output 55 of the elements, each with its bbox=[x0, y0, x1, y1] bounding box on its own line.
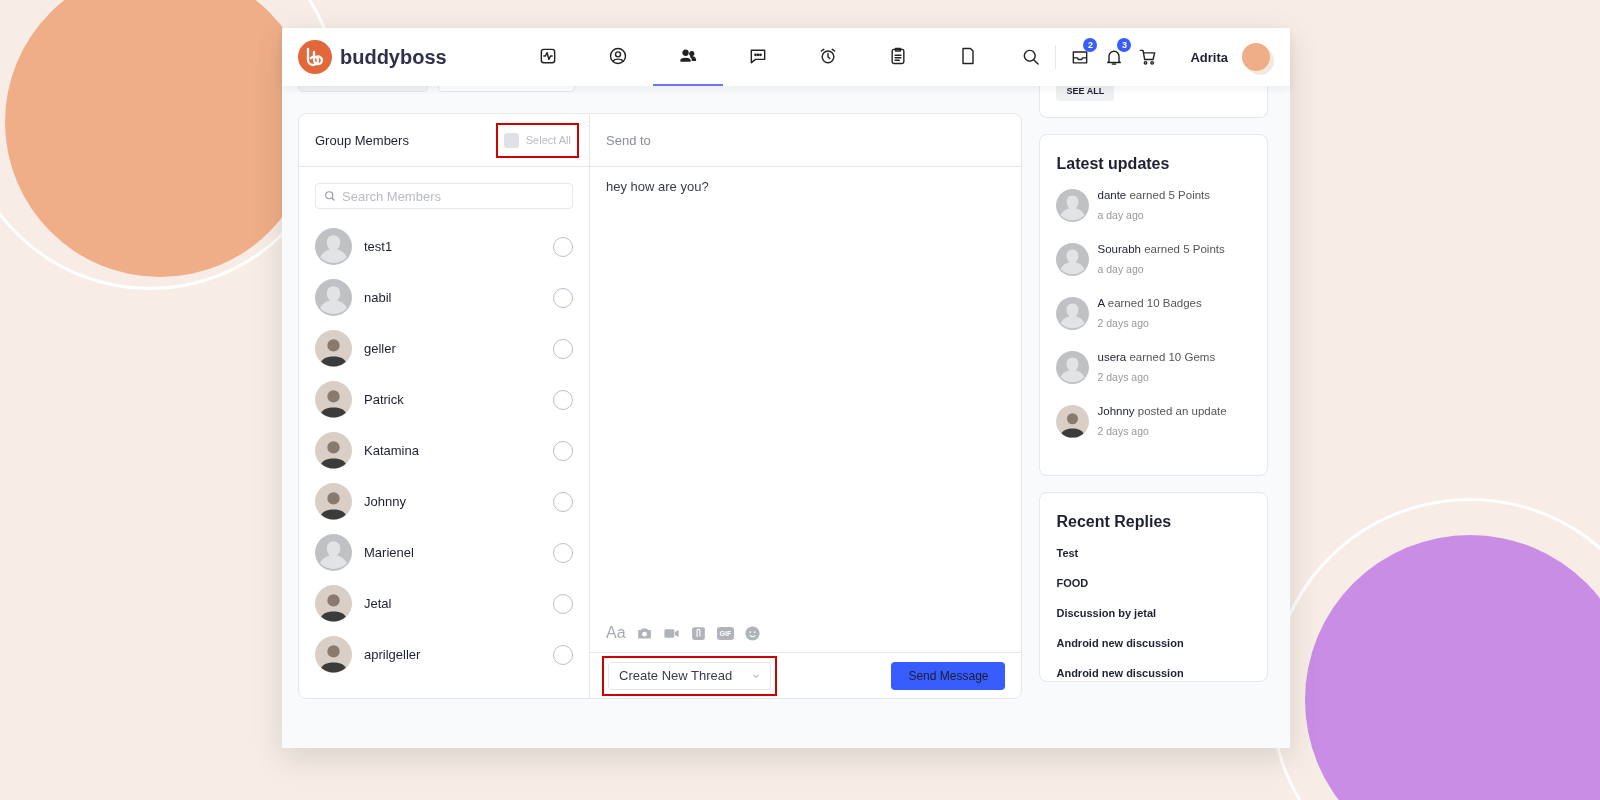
emoji-icon[interactable] bbox=[744, 624, 762, 642]
profile-icon[interactable] bbox=[608, 46, 628, 66]
update-text: usera earned 10 Gems bbox=[1097, 351, 1216, 365]
member-name: geller bbox=[364, 341, 397, 356]
member-name: Katamina bbox=[364, 443, 420, 458]
widget-title: Latest updates bbox=[1056, 155, 1171, 173]
member-select-radio[interactable] bbox=[553, 236, 573, 257]
user-avatar[interactable] bbox=[1242, 43, 1270, 71]
update-text: dante earned 5 Points bbox=[1097, 189, 1211, 203]
reply-link[interactable]: FOOD bbox=[1056, 577, 1251, 589]
member-name: Patrick bbox=[364, 392, 405, 407]
count-badge: 2 bbox=[1083, 38, 1098, 52]
user-name[interactable]: Adrita bbox=[1190, 49, 1228, 65]
member-select-radio[interactable] bbox=[553, 389, 573, 410]
member-select-radio[interactable] bbox=[553, 644, 573, 665]
update-time: 2 days ago bbox=[1097, 316, 1150, 329]
update-time: 2 days ago bbox=[1097, 424, 1150, 437]
update-time: 2 days ago bbox=[1097, 370, 1150, 383]
thread-dropdown[interactable]: Create New Thread bbox=[608, 661, 772, 690]
message-text[interactable]: hey how are you? bbox=[590, 167, 1022, 624]
member-select-radio[interactable] bbox=[553, 542, 573, 563]
brand-name[interactable]: buddyboss bbox=[340, 45, 447, 69]
member-name: Marienel bbox=[364, 545, 415, 560]
attachment-icon[interactable] bbox=[689, 624, 707, 642]
member-name: Jetal bbox=[364, 596, 393, 611]
member-select-radio[interactable] bbox=[553, 593, 573, 614]
update-time: a day ago bbox=[1097, 262, 1145, 275]
reply-link[interactable]: Test bbox=[1056, 547, 1251, 559]
update-text: Sourabh earned 5 Points bbox=[1097, 243, 1225, 257]
count-badge: 3 bbox=[1117, 38, 1132, 52]
see-all-button[interactable]: SEE ALL bbox=[1056, 86, 1115, 101]
member-name: nabil bbox=[364, 290, 393, 305]
reply-link[interactable]: Discussion by jetal bbox=[1056, 607, 1251, 619]
clipboard-icon[interactable] bbox=[888, 46, 908, 66]
chat-icon[interactable] bbox=[748, 46, 768, 66]
search-icon bbox=[324, 190, 336, 202]
member-select-radio[interactable] bbox=[553, 287, 573, 308]
search-icon[interactable] bbox=[1021, 47, 1042, 67]
logo-icon bbox=[298, 40, 332, 74]
update-text: A earned 10 Badges bbox=[1097, 297, 1202, 311]
member-select-radio[interactable] bbox=[553, 491, 573, 512]
search-field[interactable]: Search Members bbox=[315, 183, 573, 209]
panel-title: Group Members bbox=[315, 132, 409, 148]
reply-link[interactable]: Android new discussion bbox=[1056, 667, 1251, 679]
member-name: Johnny bbox=[364, 494, 407, 509]
member-name: aprilgeller bbox=[364, 647, 422, 662]
member-select-radio[interactable] bbox=[553, 338, 573, 359]
member-name: test1 bbox=[364, 239, 394, 254]
alarm-clock-icon[interactable] bbox=[818, 46, 838, 66]
update-time: a day ago bbox=[1097, 208, 1145, 221]
widget-title: Recent Replies bbox=[1056, 513, 1173, 531]
reply-link[interactable]: Android new discussion bbox=[1056, 637, 1251, 649]
member-select-radio[interactable] bbox=[553, 440, 573, 461]
activity-icon[interactable] bbox=[538, 46, 558, 66]
update-text: Johnny posted an update bbox=[1097, 405, 1227, 419]
